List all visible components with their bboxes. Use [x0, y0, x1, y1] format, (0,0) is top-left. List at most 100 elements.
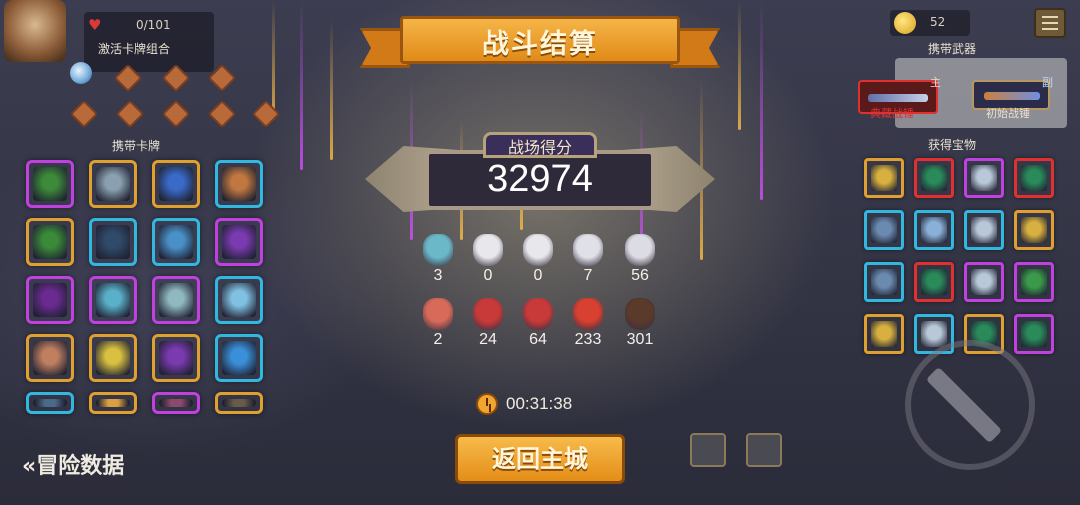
treasure-silver-helm-2-icon[interactable] — [964, 210, 1004, 250]
combo-slot-icon[interactable] — [115, 99, 145, 129]
card-purple-orb-icon[interactable] — [215, 218, 263, 266]
card-cyan-spirit-icon[interactable] — [89, 276, 137, 324]
kill-count: 64 — [529, 331, 547, 348]
treasure-green-dragon-3-icon[interactable] — [914, 262, 954, 302]
treasure-silver-helm-icon[interactable] — [964, 158, 1004, 198]
treasure-blue-axe-icon[interactable] — [914, 210, 954, 250]
treasure-art — [871, 321, 897, 347]
card-art — [33, 167, 67, 201]
enemy-red-ghost-icon — [423, 298, 453, 330]
card-art — [96, 399, 130, 407]
card-art — [96, 225, 130, 259]
treasure-art — [921, 165, 947, 191]
combo-slot-icon[interactable] — [161, 99, 191, 129]
treasure-art — [921, 321, 947, 347]
enemy-red-hair-icon — [573, 298, 603, 330]
coin-counter: 52 — [890, 10, 970, 36]
score-panel: 战场得分 32974 — [365, 130, 715, 225]
card-row5-c-icon[interactable] — [152, 392, 200, 414]
card-row5-a-icon[interactable] — [26, 392, 74, 414]
menu-button[interactable] — [1034, 8, 1066, 38]
kill-count: 56 — [631, 267, 649, 284]
enemy-red-demon-2-icon — [523, 298, 553, 330]
weapons-title: 携带武器 — [928, 42, 977, 56]
treasure-title: 获得宝物 — [928, 138, 977, 152]
card-blue-crystal-icon[interactable] — [215, 334, 263, 382]
treasure-silver-helm-3-icon[interactable] — [964, 262, 1004, 302]
treasure-green-dragon-2-icon[interactable] — [1014, 158, 1054, 198]
main-weapon-name: 典藏战锤 — [870, 107, 914, 120]
enemy-white-mask-stat: 7 — [568, 234, 608, 285]
score-value: 32974 — [487, 158, 593, 200]
treasure-gold-sword-icon[interactable] — [864, 158, 904, 198]
card-yellow-lightning-icon[interactable] — [89, 334, 137, 382]
card-art — [222, 283, 256, 317]
card-stone-turret-icon[interactable] — [89, 160, 137, 208]
card-art — [159, 283, 193, 317]
enemy-white-mask-gold-2-stat: 0 — [518, 234, 558, 285]
enemy-ghost-cyan-icon — [423, 234, 453, 266]
treasure-green-dragon-icon[interactable] — [914, 158, 954, 198]
card-art — [33, 341, 67, 375]
skill-slot-2-icon[interactable] — [746, 433, 782, 467]
treasure-art — [871, 217, 897, 243]
heart-icon: ♥ — [88, 16, 102, 34]
card-purple-beast-icon[interactable] — [26, 276, 74, 324]
card-green-cannon-icon[interactable] — [26, 160, 74, 208]
enemy-red-ghost-stat: 2 — [418, 298, 458, 349]
card-cyan-crystal-icon[interactable] — [89, 218, 137, 266]
return-to-city-button[interactable]: 返回主城 — [455, 434, 625, 484]
card-art — [159, 225, 193, 259]
coin-icon — [894, 12, 916, 34]
combo-orb-icon[interactable] — [70, 62, 92, 84]
enemy-dark-hair-icon — [625, 298, 655, 330]
treasure-gold-sword-2-icon[interactable] — [1014, 210, 1054, 250]
timer-text: 00:31:38 — [506, 394, 573, 413]
treasure-green-dragon-5-icon[interactable] — [1014, 314, 1054, 354]
player-avatar[interactable] — [4, 0, 66, 62]
light-ray — [760, 0, 763, 200]
card-art — [33, 225, 67, 259]
treasure-green-mask-icon[interactable] — [1014, 262, 1054, 302]
result-banner: 战斗结算 — [360, 12, 720, 74]
treasure-art — [1021, 269, 1047, 295]
clock-icon — [476, 393, 498, 415]
card-row5-d-icon[interactable] — [215, 392, 263, 414]
card-ice-tower-icon[interactable] — [152, 218, 200, 266]
kill-count: 301 — [626, 331, 654, 348]
card-art — [33, 399, 67, 407]
kill-count: 233 — [574, 331, 602, 348]
card-blue-cannon-icon[interactable] — [152, 160, 200, 208]
card-row5-b-icon[interactable] — [89, 392, 137, 414]
enemy-white-mask-2-icon — [625, 234, 655, 266]
treasure-art — [971, 217, 997, 243]
card-art — [96, 283, 130, 317]
treasure-gold-sword-3-icon[interactable] — [864, 314, 904, 354]
card-art — [159, 341, 193, 375]
treasure-art — [871, 165, 897, 191]
card-ice-gear-icon[interactable] — [215, 276, 263, 324]
treasure-blue-chest-icon[interactable] — [864, 210, 904, 250]
treasure-blue-chest-2-icon[interactable] — [864, 262, 904, 302]
combo-title: 激活卡牌组合 — [98, 42, 171, 56]
adventure-data-button[interactable]: «冒险数据 — [22, 448, 124, 480]
card-purple-vortex-icon[interactable] — [152, 334, 200, 382]
combo-slot-icon[interactable] — [207, 99, 237, 129]
treasure-art — [921, 217, 947, 243]
card-art — [222, 225, 256, 259]
treasure-art — [871, 269, 897, 295]
card-green-plant-icon[interactable] — [26, 218, 74, 266]
enemy-white-mask-gold-icon — [473, 234, 503, 266]
card-white-shield-icon[interactable] — [152, 276, 200, 324]
card-orange-hero-icon[interactable] — [215, 160, 263, 208]
combo-slot-icon[interactable] — [69, 99, 99, 129]
card-barrel-icon[interactable] — [26, 334, 74, 382]
card-combo-box: ♥ 0/101 激活卡牌组合 — [84, 12, 214, 72]
light-ray — [738, 0, 741, 130]
treasure-art — [971, 165, 997, 191]
skill-slot-1-icon[interactable] — [690, 433, 726, 467]
hammer-icon — [868, 94, 928, 102]
card-art — [96, 341, 130, 375]
treasure-art — [1021, 217, 1047, 243]
combo-slot-icon[interactable] — [251, 99, 281, 129]
